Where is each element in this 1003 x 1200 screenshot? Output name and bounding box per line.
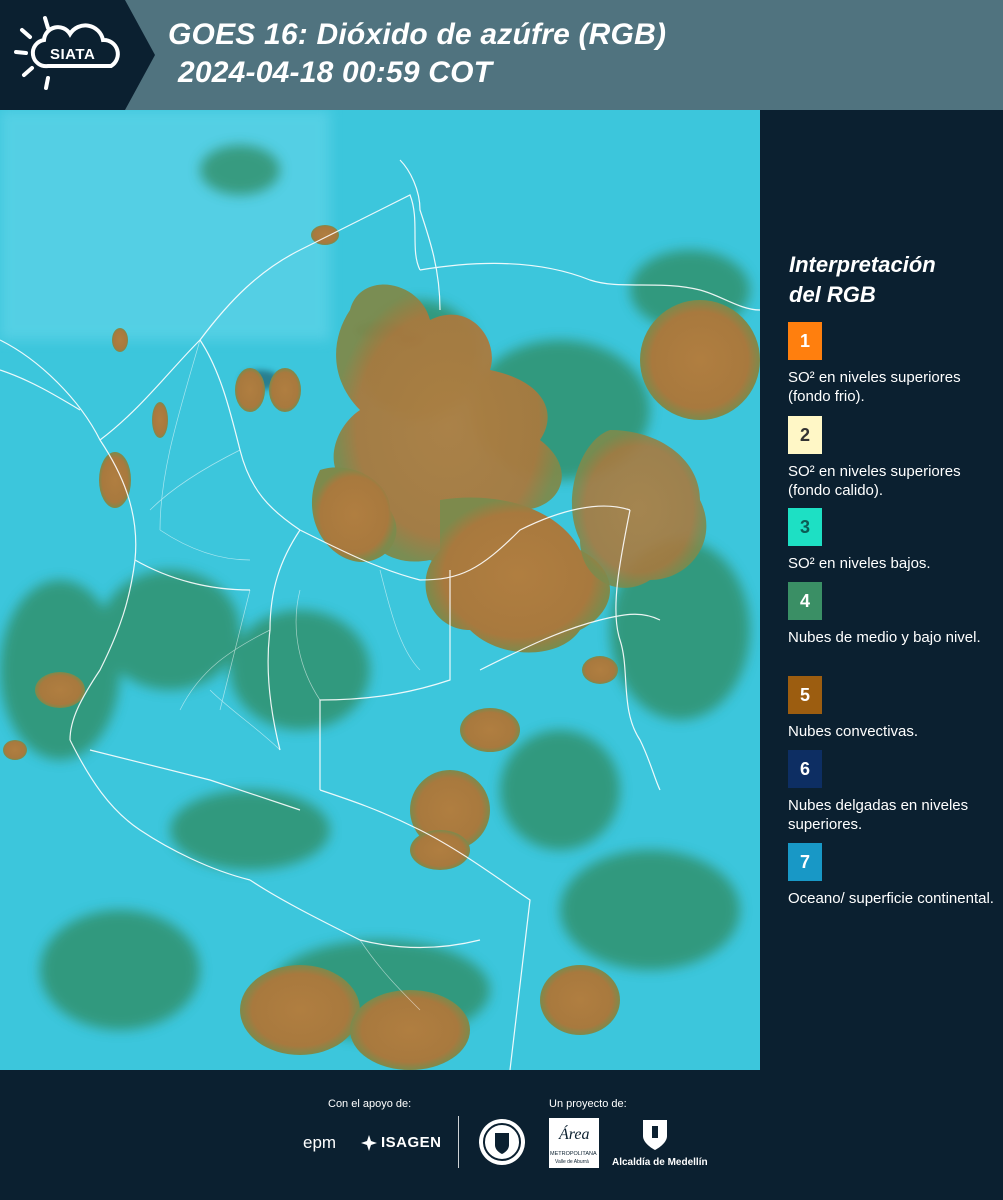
legend-item-1: 1 SO² en niveles superiores (fondo frio)…: [788, 322, 998, 406]
siata-logo: SIATA: [0, 0, 155, 110]
legend-swatch-4: 4: [788, 582, 822, 620]
medellin-seal-icon: [477, 1117, 527, 1172]
legend-number-7: 7: [799, 851, 810, 872]
isagen-logo: ISAGEN: [381, 1134, 442, 1151]
legend-item-2: 2 SO² en niveles superiores (fondo calid…: [788, 416, 998, 500]
legend-item-3: 3 SO² en niveles bajos.: [788, 508, 998, 573]
legend-title-line1: Interpretación: [789, 252, 936, 277]
footer-bar: Con el apoyo de: Un proyecto de: epm ISA…: [0, 1070, 1003, 1200]
legend-swatch-7: 7: [788, 843, 822, 881]
area-logo-region: Valle de Aburrá: [555, 1159, 589, 1165]
siata-logo-text: SIATA: [50, 46, 96, 63]
alcaldia-logo: Alcaldía de Medellín: [612, 1157, 708, 1168]
legend-number-4: 4: [799, 590, 810, 611]
header-bar: SIATA GOES 16: Dióxido de azúfre (RGB) 2…: [0, 0, 1003, 110]
legend-item-7: 7 Oceano/ superficie continental.: [788, 843, 998, 908]
area-logo-subtitle: METROPOLITANA: [550, 1151, 597, 1157]
legend-number-3: 3: [799, 516, 810, 537]
epm-logo: epm: [303, 1133, 337, 1152]
legend-swatch-5: 5: [788, 676, 822, 714]
legend-text-1: SO² en niveles superiores (fondo frio).: [788, 369, 961, 405]
support-label: Con el apoyo de:: [328, 1098, 412, 1110]
legend-text-3: SO² en niveles bajos.: [788, 555, 931, 572]
alcaldia-shield-icon: [640, 1118, 670, 1157]
legend-swatch-2: 2: [788, 416, 822, 454]
legend-number-6: 6: [799, 758, 810, 779]
legend-text-7: Oceano/ superficie continental.: [788, 890, 994, 907]
legend-item-6: 6 Nubes delgadas en niveles superiores.: [788, 750, 998, 834]
legend-swatch-1: 1: [788, 322, 822, 360]
legend-item-4: 4 Nubes de medio y bajo nivel.: [788, 582, 998, 647]
map-image: [0, 110, 760, 1070]
legend-number-1: 1: [799, 330, 810, 351]
legend-number-5: 5: [799, 684, 810, 705]
footer-divider: [458, 1116, 459, 1168]
legend-swatch-6: 6: [788, 750, 822, 788]
legend-swatch-3: 3: [788, 508, 822, 546]
legend-text-5: Nubes convectivas.: [788, 723, 919, 740]
area-metropolitana-logo: Área METROPOLITANA Valle de Aburrá: [549, 1118, 599, 1168]
legend-panel: Interpretación del RGB 1 SO² en niveles …: [760, 110, 1003, 1070]
legend-text-2: SO² en niveles superiores (fondo calido)…: [788, 463, 961, 499]
legend-title: Interpretación del RGB: [789, 250, 989, 310]
legend-text-4: Nubes de medio y bajo nivel.: [788, 629, 981, 646]
area-logo-title: Área: [559, 1126, 590, 1143]
legend-number-2: 2: [799, 424, 810, 445]
project-label: Un proyecto de:: [549, 1098, 627, 1110]
legend-text-6: Nubes delgadas en niveles superiores.: [788, 797, 969, 833]
page-timestamp: 2024-04-18 00:59 COT: [178, 56, 493, 89]
isagen-icon: [360, 1134, 378, 1157]
satellite-map: [0, 110, 760, 1070]
page-title: GOES 16: Dióxido de azúfre (RGB): [168, 18, 667, 51]
legend-title-line2: del RGB: [789, 282, 876, 307]
legend-item-5: 5 Nubes convectivas.: [788, 676, 998, 741]
